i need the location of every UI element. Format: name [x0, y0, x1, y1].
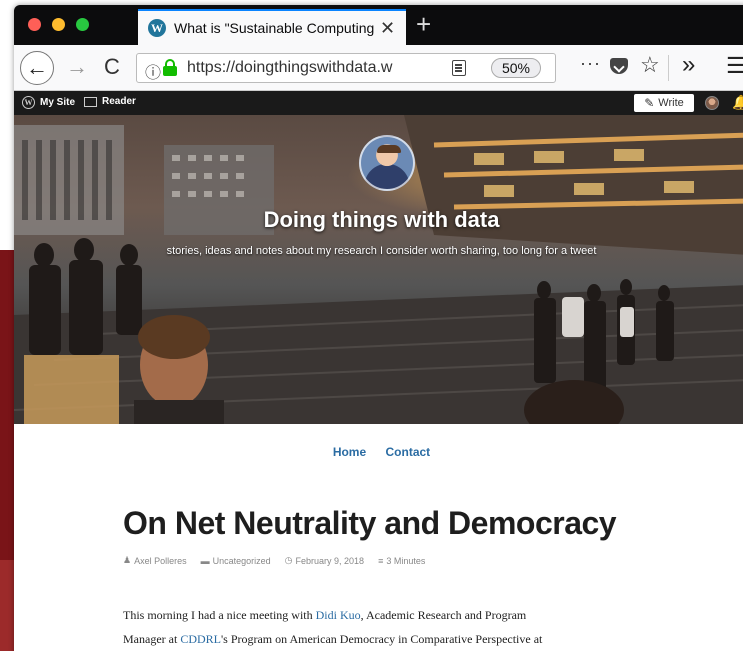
- wordpress-icon: W: [22, 96, 35, 109]
- post-paragraph-line-1: This morning I had a nice meeting with D…: [123, 603, 683, 627]
- wordpress-icon: W: [148, 19, 166, 37]
- reload-button[interactable]: C: [104, 54, 120, 80]
- site-logo-avatar[interactable]: [359, 135, 415, 191]
- reader-link[interactable]: Reader: [84, 96, 136, 107]
- forward-button[interactable]: →: [66, 54, 88, 80]
- body-text: , Academic Research and Program: [360, 608, 527, 622]
- page-actions-button[interactable]: ···: [580, 53, 601, 74]
- reading-icon: ≡: [378, 555, 384, 566]
- pocket-icon[interactable]: [610, 58, 628, 74]
- body-text: This morning I had a nice meeting with: [123, 608, 316, 622]
- tab-close-icon[interactable]: ✕: [380, 18, 395, 39]
- url-text[interactable]: https://doingthingswithdata.w: [187, 59, 402, 77]
- bookmark-star-icon[interactable]: ☆: [640, 52, 660, 78]
- site-header-image: Doing things with data stories, ideas an…: [14, 115, 743, 424]
- toolbar-separator: [668, 55, 669, 81]
- my-site-link[interactable]: W My Site: [22, 96, 75, 109]
- write-label: Write: [658, 97, 684, 109]
- post-reading-time: ≡ 3 Minutes: [378, 555, 425, 566]
- back-button[interactable]: ←: [20, 51, 54, 85]
- new-tab-button[interactable]: +: [416, 9, 431, 40]
- browser-window: W What is "Sustainable Computing ✕ + ← →…: [14, 5, 743, 651]
- close-window-button[interactable]: [28, 18, 41, 31]
- clock-icon: ◷: [284, 555, 293, 565]
- zoom-indicator[interactable]: 50%: [491, 58, 541, 78]
- link-cddrl[interactable]: CDDRL: [180, 632, 221, 646]
- user-avatar[interactable]: [705, 96, 719, 110]
- reader-view-icon[interactable]: [452, 60, 466, 76]
- tab-title: What is "Sustainable Computing: [174, 20, 374, 36]
- reader-label: Reader: [102, 96, 136, 107]
- back-icon: ←: [26, 55, 48, 80]
- post-meta: ♟ Axel Polleres ▬ Uncategorized ◷ February …: [123, 555, 425, 566]
- post-author-label: Axel Polleres: [134, 555, 187, 566]
- nav-item-contact[interactable]: Contact: [386, 445, 431, 459]
- nav-item-home[interactable]: Home: [333, 445, 366, 459]
- site-title[interactable]: Doing things with data: [14, 207, 743, 233]
- url-bar[interactable]: ⓘ https://doingthingswithdata.w 50%: [136, 53, 556, 83]
- body-text: Manager at: [123, 632, 181, 646]
- post-title[interactable]: On Net Neutrality and Democracy: [123, 505, 617, 542]
- active-tab[interactable]: W What is "Sustainable Computing ✕: [138, 9, 406, 45]
- reader-icon: [84, 96, 97, 107]
- wordpress-admin-bar: W My Site Reader ✎ Write 🔔: [14, 91, 743, 115]
- write-button[interactable]: ✎ Write: [634, 94, 694, 112]
- folder-icon: ▬: [200, 555, 210, 566]
- zoom-window-button[interactable]: [76, 18, 89, 31]
- body-text: 's Program on American Democracy in Comp…: [220, 632, 543, 646]
- forward-icon: →: [66, 54, 88, 79]
- post-paragraph-line-2: Manager at CDDRL's Program on American D…: [123, 627, 683, 651]
- tab-strip: W What is "Sustainable Computing ✕ +: [14, 5, 743, 45]
- hamburger-menu-icon[interactable]: ☰: [726, 53, 743, 79]
- screenshot-root: W What is "Sustainable Computing ✕ + ← →…: [0, 0, 743, 651]
- info-icon[interactable]: ⓘ: [145, 59, 161, 83]
- overflow-menu-button[interactable]: »: [682, 51, 695, 79]
- site-tagline: stories, ideas and notes about my resear…: [166, 245, 597, 257]
- write-icon: ✎: [644, 96, 655, 110]
- my-site-label: My Site: [40, 97, 76, 108]
- post-category-label: Uncategorized: [212, 555, 271, 566]
- background-slide-edge-lower: [0, 560, 14, 651]
- link-didi-kuo[interactable]: Didi Kuo: [316, 608, 361, 622]
- post-reading-time-label: 3 Minutes: [386, 555, 426, 566]
- post-date-label: February 9, 2018: [295, 555, 365, 566]
- main-navigation: Home Contact: [14, 445, 743, 459]
- post-body: This morning I had a nice meeting with D…: [123, 603, 683, 651]
- bell-icon[interactable]: 🔔: [732, 94, 743, 111]
- minimize-window-button[interactable]: [52, 18, 65, 31]
- post-date[interactable]: ◷ February 9, 2018: [285, 555, 364, 566]
- navigation-toolbar: ← → C ⓘ https://doingthingswithdata.w 50…: [14, 45, 743, 91]
- post-author[interactable]: ♟ Axel Polleres: [123, 555, 187, 566]
- person-icon: ♟: [123, 555, 132, 565]
- post-category[interactable]: ▬ Uncategorized: [201, 555, 271, 566]
- reload-icon: C: [104, 54, 120, 79]
- lock-icon[interactable]: [163, 59, 177, 76]
